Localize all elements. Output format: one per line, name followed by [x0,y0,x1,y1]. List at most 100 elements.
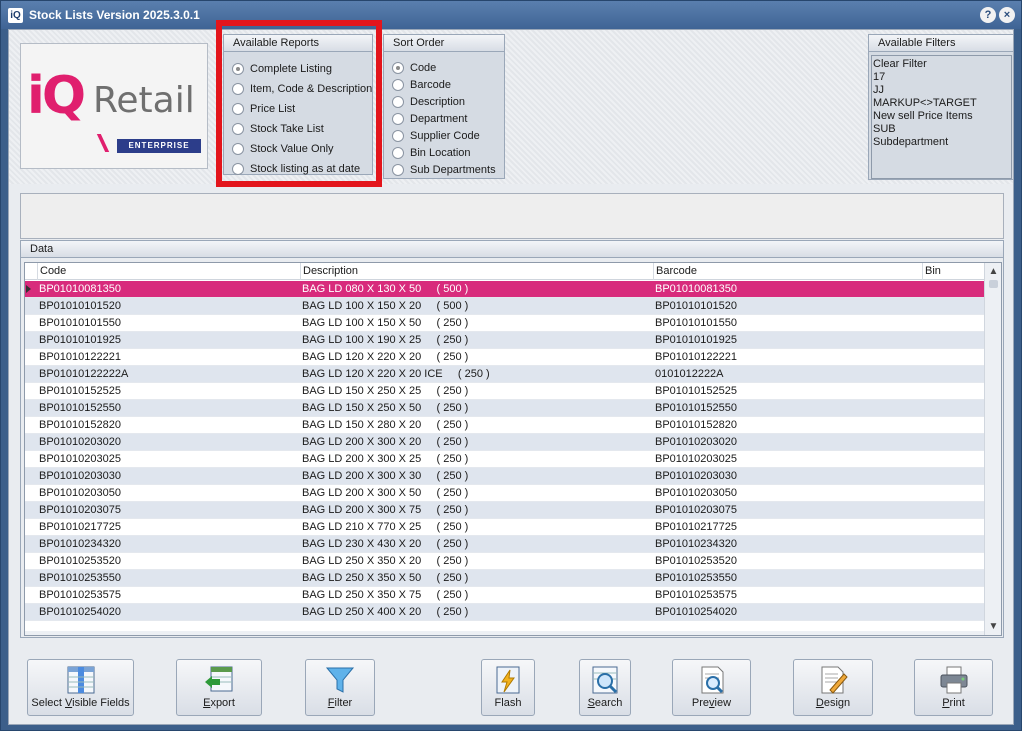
cell-description[interactable]: BAG LD 150 X 250 X 50 ( 250 ) [300,400,468,417]
filter-button[interactable]: Filter [305,659,375,716]
horizontal-scrollbar[interactable] [25,631,984,635]
cell-description[interactable]: BAG LD 200 X 300 X 20 ( 250 ) [300,434,468,451]
cell-barcode[interactable]: BP01010253520 [653,553,737,570]
table-row[interactable]: BP01010152550 BAG LD 150 X 250 X 50 ( 250… [25,400,984,417]
column-header-barcode[interactable]: Barcode [653,263,922,280]
cell-barcode[interactable]: BP01010203030 [653,468,737,485]
cell-description[interactable]: BAG LD 100 X 150 X 20 ( 500 ) [300,298,468,315]
stock-grid[interactable]: Code Description Barcode Bin BP010100813… [24,262,1002,636]
cell-bin[interactable] [922,587,924,604]
help-icon[interactable]: ? [980,7,996,23]
cell-description[interactable]: BAG LD 100 X 190 X 25 ( 250 ) [300,332,468,349]
cell-barcode[interactable]: BP01010254020 [653,604,737,621]
cell-description[interactable]: BAG LD 200 X 300 X 75 ( 250 ) [300,502,468,519]
cell-bin[interactable] [922,315,924,332]
cell-code[interactable]: BP01010203075 [37,502,121,519]
table-row[interactable]: BP01010253520 BAG LD 250 X 350 X 20 ( 250… [25,553,984,570]
column-header-bin[interactable]: Bin [922,263,984,280]
cell-bin[interactable] [922,281,924,298]
report-option-stock-value-only[interactable]: Stock Value Only [232,141,334,157]
filter-item[interactable]: MARKUP<>TARGET [873,97,1011,110]
cell-code[interactable]: BP01010203050 [37,485,121,502]
cell-code[interactable]: BP01010203025 [37,451,121,468]
sort-option-sub-departments[interactable]: Sub Departments [392,162,496,178]
table-row[interactable]: BP01010203025 BAG LD 200 X 300 X 25 ( 250… [25,451,984,468]
cell-description[interactable]: BAG LD 250 X 400 X 20 ( 250 ) [300,604,468,621]
cell-bin[interactable] [922,298,924,315]
cell-code[interactable]: BP01010253575 [37,587,121,604]
table-row[interactable]: BP01010203075 BAG LD 200 X 300 X 75 ( 250… [25,502,984,519]
table-row[interactable]: BP01010101520 BAG LD 100 X 150 X 20 ( 500… [25,298,984,315]
table-row[interactable]: BP01010203050 BAG LD 200 X 300 X 50 ( 250… [25,485,984,502]
cell-barcode[interactable]: BP01010203075 [653,502,737,519]
cell-barcode[interactable]: BP01010101520 [653,298,737,315]
table-row[interactable]: BP01010081350 BAG LD 080 X 130 X 50 ( 500… [25,281,984,298]
cell-bin[interactable] [922,502,924,519]
table-row[interactable]: BP01010101925 BAG LD 100 X 190 X 25 ( 250… [25,332,984,349]
table-row[interactable]: BP01010217725 BAG LD 210 X 770 X 25 ( 250… [25,519,984,536]
cell-code[interactable]: BP01010217725 [37,519,121,536]
table-row[interactable]: BP01010122221 BAG LD 120 X 220 X 20 ( 250… [25,349,984,366]
flash-button[interactable]: Flash [481,659,535,716]
cell-bin[interactable] [922,332,924,349]
cell-description[interactable]: BAG LD 250 X 350 X 75 ( 250 ) [300,587,468,604]
cell-barcode[interactable]: 0101012222A [653,366,724,383]
sort-option-bin-location[interactable]: Bin Location [392,145,471,161]
preview-button[interactable]: Preview [672,659,751,716]
cell-barcode[interactable]: BP01010152525 [653,383,737,400]
cell-bin[interactable] [922,553,924,570]
table-row[interactable]: BP01010203030 BAG LD 200 X 300 X 30 ( 250… [25,468,984,485]
radio-button-icon[interactable] [232,103,244,115]
cell-bin[interactable] [922,485,924,502]
cell-code[interactable]: BP01010122222A [37,366,128,383]
report-option-stock-listing-as-at-date[interactable]: Stock listing as at date [232,161,360,177]
cell-barcode[interactable]: BP01010122221 [653,349,737,366]
table-row[interactable]: BP01010234320 BAG LD 230 X 430 X 20 ( 250… [25,536,984,553]
close-icon[interactable]: × [999,7,1015,23]
scroll-down-icon[interactable]: ▼ [988,621,999,632]
table-row[interactable]: BP01010152820 BAG LD 150 X 280 X 20 ( 250… [25,417,984,434]
filter-item[interactable]: SUB [873,123,1011,136]
cell-description[interactable]: BAG LD 200 X 300 X 30 ( 250 ) [300,468,468,485]
cell-description[interactable]: BAG LD 150 X 280 X 20 ( 250 ) [300,417,468,434]
cell-code[interactable]: BP01010253550 [37,570,121,587]
cell-barcode[interactable]: BP01010253550 [653,570,737,587]
cell-barcode[interactable]: BP01010253575 [653,587,737,604]
search-button[interactable]: Search [579,659,631,716]
report-option-item-code-description[interactable]: Item, Code & Description [232,81,372,97]
cell-code[interactable]: BP01010254020 [37,604,121,621]
cell-code[interactable]: BP01010122221 [37,349,121,366]
cell-barcode[interactable]: BP01010203020 [653,434,737,451]
cell-bin[interactable] [922,349,924,366]
cell-code[interactable]: BP01010152525 [37,383,121,400]
report-option-complete-listing[interactable]: Complete Listing [232,61,332,77]
cell-description[interactable]: BAG LD 120 X 220 X 20 ( 250 ) [300,349,468,366]
filters-list[interactable]: Clear Filter 17 JJ MARKUP<>TARGET New sell P… [871,55,1012,179]
table-row[interactable]: BP01010254020 BAG LD 250 X 400 X 20 ( 250… [25,604,984,621]
filter-item[interactable]: Subdepartment [873,136,1011,149]
sort-option-code[interactable]: Code [392,60,436,76]
cell-code[interactable]: BP01010101520 [37,298,121,315]
radio-button-icon[interactable] [232,123,244,135]
cell-description[interactable]: BAG LD 210 X 770 X 25 ( 250 ) [300,519,468,536]
cell-bin[interactable] [922,400,924,417]
cell-bin[interactable] [922,570,924,587]
title-bar[interactable]: iQ Stock Lists Version 2025.3.0.1 ? × [1,1,1021,29]
cell-description[interactable]: BAG LD 080 X 130 X 50 ( 500 ) [300,281,468,298]
report-option-price-list[interactable]: Price List [232,101,295,117]
cell-code[interactable]: BP01010152820 [37,417,121,434]
radio-button-icon[interactable] [392,130,404,142]
cell-description[interactable]: BAG LD 250 X 350 X 20 ( 250 ) [300,553,468,570]
cell-code[interactable]: BP01010101925 [37,332,121,349]
radio-button-icon[interactable] [392,164,404,176]
table-row[interactable]: BP01010253550 BAG LD 250 X 350 X 50 ( 250… [25,570,984,587]
radio-button-icon[interactable] [232,83,244,95]
filter-item[interactable]: JJ [873,84,1011,97]
cell-barcode[interactable]: BP01010234320 [653,536,737,553]
cell-bin[interactable] [922,468,924,485]
radio-button-icon[interactable] [392,62,404,74]
cell-bin[interactable] [922,383,924,400]
cell-description[interactable]: BAG LD 200 X 300 X 25 ( 250 ) [300,451,468,468]
cell-barcode[interactable]: BP01010217725 [653,519,737,536]
cell-barcode[interactable]: BP01010101550 [653,315,737,332]
